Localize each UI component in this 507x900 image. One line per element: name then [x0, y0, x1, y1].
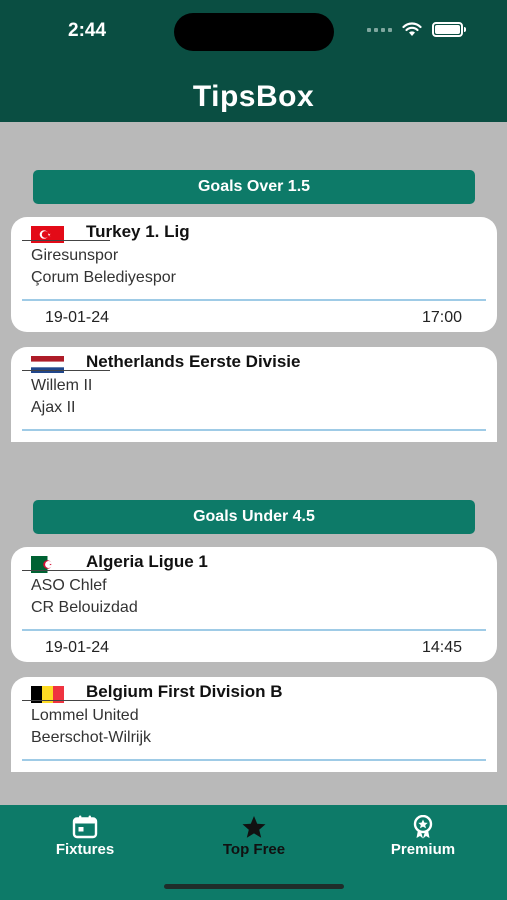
card-divider [22, 299, 486, 301]
league-name: Netherlands Eerste Divisie [86, 352, 301, 371]
home-team: Willem II [31, 377, 93, 394]
dynamic-island [174, 13, 334, 51]
away-team: Çorum Belediyespor [31, 269, 176, 286]
match-time: 14:45 [421, 639, 462, 656]
match-card[interactable]: Belgium First Division B Lommel United B… [11, 677, 497, 772]
tab-top-free[interactable]: Top Free [184, 815, 324, 858]
match-date: 19-01-24 [45, 309, 110, 326]
status-time: 2:44 [68, 20, 107, 41]
home-team: ASO Chlef [31, 577, 107, 594]
away-team: Ajax II [31, 399, 76, 416]
battery-icon [432, 22, 466, 37]
league-name: Turkey 1. Lig [86, 222, 190, 241]
tab-label: Premium [390, 841, 456, 858]
league-name: Belgium First Division B [86, 682, 283, 701]
away-team: CR Belouizdad [31, 599, 138, 616]
wifi-icon [402, 22, 422, 36]
home-team: Lommel United [31, 707, 139, 724]
home-indicator [164, 884, 344, 889]
status-icons [367, 22, 466, 37]
calendar-icon [72, 815, 98, 839]
star-icon [242, 816, 266, 838]
app-header: 2:44 TipsBox [0, 0, 507, 122]
card-divider [22, 629, 486, 631]
cellular-signal-icon [367, 27, 392, 32]
page-title: TipsBox [192, 80, 315, 113]
match-card[interactable]: Algeria Ligue 1 ASO Chlef CR Belouizdad … [11, 547, 497, 662]
match-time: 17:00 [421, 309, 462, 326]
tab-fixtures[interactable]: Fixtures [15, 815, 155, 858]
tab-premium[interactable]: Premium [353, 815, 493, 858]
section-header: Goals Over 1.5 [33, 170, 475, 204]
away-team: Beerschot-Wilrijk [31, 729, 152, 746]
section-header: Goals Under 4.5 [33, 500, 475, 534]
award-icon [413, 815, 433, 839]
league-name: Algeria Ligue 1 [86, 552, 208, 571]
tab-label: Top Free [222, 841, 286, 858]
home-team: Giresunspor [31, 247, 119, 264]
match-date: 19-01-24 [45, 639, 110, 656]
match-card[interactable]: Turkey 1. Lig Giresunspor Çorum Belediye… [11, 217, 497, 332]
card-divider [22, 429, 486, 431]
tab-label: Fixtures [55, 841, 115, 858]
match-card[interactable]: Netherlands Eerste Divisie Willem II Aja… [11, 347, 497, 442]
card-divider [22, 759, 486, 761]
